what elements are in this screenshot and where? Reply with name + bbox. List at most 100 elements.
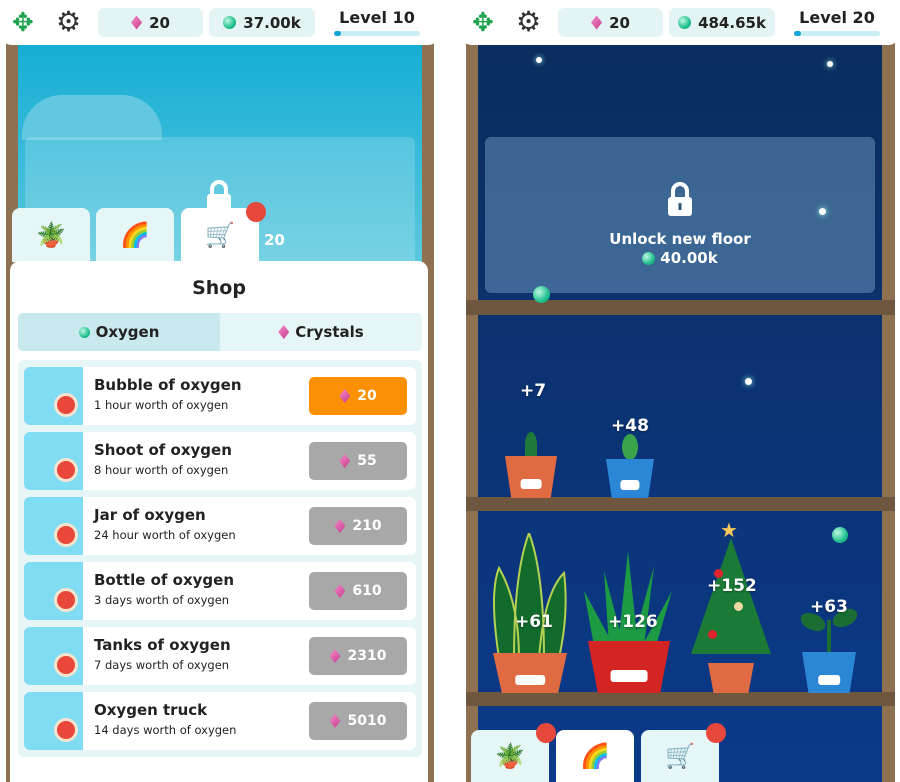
oxygen-icon — [78, 326, 90, 338]
move-arrows-icon[interactable]: ✥ — [12, 8, 34, 38]
shop-title: Shop — [192, 277, 246, 299]
oxygen-pack-icon — [24, 367, 83, 425]
notification-badge — [246, 202, 266, 222]
star-icon: ★ — [720, 518, 738, 542]
buy-button[interactable]: 5010 — [309, 702, 407, 740]
alarm-clock-icon — [54, 523, 78, 547]
oxygen-bubble[interactable] — [832, 527, 848, 543]
buy-button[interactable]: 610 — [309, 572, 407, 610]
cactus-icon: 🪴 — [495, 742, 525, 770]
partial-cost-text: 20 — [264, 231, 285, 249]
item-name: Jar of oxygen — [94, 506, 206, 524]
top-bar: ✥ ⚙ 20 37.00k Level 10 — [0, 0, 440, 45]
crystal-icon — [329, 714, 341, 728]
plant-seedling[interactable] — [606, 434, 654, 498]
rainbow-icon: 🌈 — [120, 221, 150, 249]
notification-badge — [536, 723, 556, 743]
move-arrows-icon[interactable]: ✥ — [472, 8, 494, 38]
wood-frame-right — [882, 40, 895, 782]
tab-themes[interactable]: 🌈 — [96, 208, 174, 262]
oxygen-pack-icon — [24, 692, 83, 750]
shopping-cart-icon: 🛒 — [665, 742, 695, 770]
tab-plants[interactable]: 🪴 — [12, 208, 90, 262]
shop-item-row: Tanks of oxygen 7 days worth of oxygen 2… — [24, 627, 416, 685]
item-description: 7 days worth of oxygen — [94, 658, 230, 672]
item-name: Bottle of oxygen — [94, 571, 235, 589]
oxygen-icon — [223, 16, 237, 29]
shop-item-row: Bubble of oxygen 1 hour worth of oxygen … — [24, 367, 416, 425]
crystal-icon — [591, 15, 603, 30]
crystal-icon — [334, 584, 346, 598]
star — [819, 208, 826, 215]
subtab-crystals[interactable]: Crystals — [220, 313, 422, 351]
buy-button[interactable]: 55 — [309, 442, 407, 480]
plant-money-plant[interactable] — [797, 605, 861, 693]
unlock-floor-box[interactable]: Unlock new floor 40.00k — [485, 137, 875, 293]
crystal-counter: 20 — [558, 8, 663, 37]
level-label: Level 10 — [339, 8, 415, 27]
alarm-clock-icon — [54, 393, 78, 417]
rainbow-icon: 🌈 — [580, 742, 610, 770]
crystal-icon — [339, 454, 351, 468]
oxygen-icon — [642, 251, 656, 265]
unlock-label: Unlock new floor — [609, 230, 751, 248]
oxygen-bubble[interactable] — [533, 286, 550, 303]
alarm-clock-icon — [54, 718, 78, 742]
crystal-icon — [334, 519, 346, 533]
oxygen-counter: 37.00k — [209, 8, 315, 37]
subtab-oxygen[interactable]: Oxygen — [18, 313, 220, 351]
oxygen-pack-icon — [24, 497, 83, 555]
plant-christmas-tree[interactable]: ★ — [686, 518, 776, 693]
star — [536, 57, 542, 63]
level-progress-bar — [334, 31, 420, 36]
oxygen-pack-icon — [24, 627, 83, 685]
item-description: 24 hour worth of oxygen — [94, 528, 236, 542]
oxygen-counter: 484.65k — [669, 8, 775, 37]
star — [745, 378, 752, 385]
crystal-counter: 20 — [98, 8, 203, 37]
oxygen-gain-label: +152 — [707, 576, 757, 596]
shelf-board — [466, 300, 895, 315]
gear-icon[interactable]: ⚙ — [516, 5, 541, 38]
shop-item-row: Jar of oxygen 24 hour worth of oxygen 21… — [24, 497, 416, 555]
oxygen-gain-label: +126 — [608, 612, 658, 632]
oxygen-pack-icon — [24, 432, 83, 490]
tab-themes[interactable]: 🌈 — [556, 730, 634, 782]
alarm-clock-icon — [54, 653, 78, 677]
wood-frame-left — [466, 40, 478, 782]
star — [827, 61, 833, 67]
item-description: 3 days worth of oxygen — [94, 593, 230, 607]
crystal-icon — [278, 325, 290, 339]
oxygen-gain-label: +61 — [515, 612, 553, 632]
oxygen-icon — [678, 16, 692, 29]
item-name: Oxygen truck — [94, 701, 208, 719]
crystal-icon — [329, 649, 341, 663]
notification-badge — [706, 723, 726, 743]
alarm-clock-icon — [54, 458, 78, 482]
unlock-cost: 40.00k — [485, 249, 875, 267]
item-description: 14 days worth of oxygen — [94, 723, 237, 737]
buy-button[interactable]: 210 — [309, 507, 407, 545]
oxygen-gain-label: +7 — [520, 381, 547, 401]
shop-item-row: Shoot of oxygen 8 hour worth of oxygen 5… — [24, 432, 416, 490]
cactus-icon: 🪴 — [36, 221, 66, 249]
lock-icon — [666, 181, 694, 221]
item-description: 1 hour worth of oxygen — [94, 398, 229, 412]
item-name: Tanks of oxygen — [94, 636, 231, 654]
shop-item-row: Oxygen truck 14 days worth of oxygen 501… — [24, 692, 416, 750]
shop-item-row: Bottle of oxygen 3 days worth of oxygen … — [24, 562, 416, 620]
oxygen-gain-label: +63 — [810, 597, 848, 617]
buy-button[interactable]: 2310 — [309, 637, 407, 675]
alarm-clock-icon — [54, 588, 78, 612]
plant-sprout[interactable] — [505, 432, 557, 498]
item-name: Shoot of oxygen — [94, 441, 232, 459]
level-label: Level 20 — [799, 8, 875, 27]
crystal-icon — [131, 15, 143, 30]
buy-button[interactable]: 20 — [309, 377, 407, 415]
gear-icon[interactable]: ⚙ — [56, 5, 81, 38]
top-bar: ✥ ⚙ 20 484.65k Level 20 — [460, 0, 900, 45]
oxygen-gain-label: +48 — [611, 416, 649, 436]
item-name: Bubble of oxygen — [94, 376, 242, 394]
shelf-board — [466, 497, 895, 511]
oxygen-pack-icon — [24, 562, 83, 620]
